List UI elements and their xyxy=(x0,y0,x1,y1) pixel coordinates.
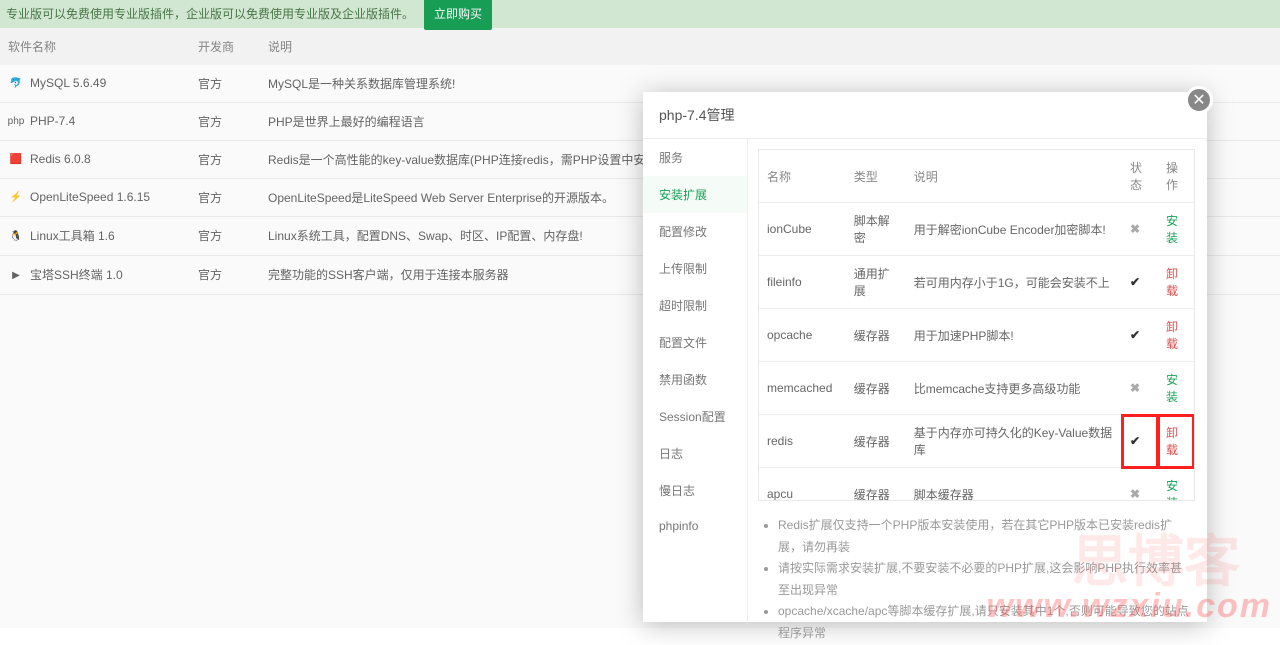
notes: Redis扩展仅支持一个PHP版本安装使用，若在其它PHP版本已安装redis扩… xyxy=(760,515,1189,645)
ext-status: ✖ xyxy=(1122,468,1158,501)
ext-col-name: 名称 xyxy=(759,150,846,203)
tab-Session配置[interactable]: Session配置 xyxy=(643,398,747,435)
ext-name: memcached xyxy=(759,362,846,415)
ext-type: 缓存器 xyxy=(846,309,906,362)
note-item: 请按实际需求安装扩展,不要安装不必要的PHP扩展,这会影响PHP执行效率甚至出现… xyxy=(778,558,1189,601)
ext-type: 通用扩展 xyxy=(846,256,906,309)
ext-desc: 用于解密ionCube Encoder加密脚本! xyxy=(906,203,1122,256)
ext-row: apcu缓存器脚本缓存器 ✖ 安装 xyxy=(759,468,1194,501)
check-icon: ✔ xyxy=(1130,275,1140,289)
extensions-table: 名称 类型 说明 状态 操作 ionCube脚本解密用于解密ionCube En… xyxy=(759,150,1194,500)
ext-action-link[interactable]: 安装 xyxy=(1166,479,1178,500)
tab-配置修改[interactable]: 配置修改 xyxy=(643,213,747,250)
ext-desc: 若可用内存小于1G，可能会安装不上 xyxy=(906,256,1122,309)
close-icon[interactable]: ✕ xyxy=(1185,86,1213,114)
ext-row: ionCube脚本解密用于解密ionCube Encoder加密脚本! ✖ 安装 xyxy=(759,203,1194,256)
ext-type: 缓存器 xyxy=(846,468,906,501)
tab-安装扩展[interactable]: 安装扩展 xyxy=(643,176,747,213)
ext-col-desc: 说明 xyxy=(906,150,1122,203)
ext-desc: 基于内存亦可持久化的Key-Value数据库 xyxy=(906,415,1122,468)
ext-row: fileinfo通用扩展若可用内存小于1G，可能会安装不上 ✔ 卸载 xyxy=(759,256,1194,309)
ext-action-link[interactable]: 卸载 xyxy=(1166,426,1178,457)
ext-type: 缓存器 xyxy=(846,415,906,468)
ext-status: ✔ xyxy=(1122,256,1158,309)
tab-配置文件[interactable]: 配置文件 xyxy=(643,324,747,361)
note-item: Redis扩展仅支持一个PHP版本安装使用，若在其它PHP版本已安装redis扩… xyxy=(778,515,1189,558)
ext-col-type: 类型 xyxy=(846,150,906,203)
php-manage-modal: ✕ php-7.4管理 服务安装扩展配置修改上传限制超时限制配置文件禁用函数Se… xyxy=(643,92,1207,622)
tab-日志[interactable]: 日志 xyxy=(643,435,747,472)
tab-服务[interactable]: 服务 xyxy=(643,139,747,176)
tab-禁用函数[interactable]: 禁用函数 xyxy=(643,361,747,398)
ext-type: 脚本解密 xyxy=(846,203,906,256)
ext-desc: 用于加速PHP脚本! xyxy=(906,309,1122,362)
check-icon: ✔ xyxy=(1130,434,1140,448)
ext-name: redis xyxy=(759,415,846,468)
check-icon: ✔ xyxy=(1130,328,1140,342)
x-icon: ✖ xyxy=(1130,381,1140,395)
ext-name: ionCube xyxy=(759,203,846,256)
ext-name: fileinfo xyxy=(759,256,846,309)
ext-action-link[interactable]: 安装 xyxy=(1166,373,1178,404)
x-icon: ✖ xyxy=(1130,487,1140,500)
ext-status: ✖ xyxy=(1122,362,1158,415)
ext-name: apcu xyxy=(759,468,846,501)
ext-col-status: 状态 xyxy=(1122,150,1158,203)
ext-status: ✖ xyxy=(1122,203,1158,256)
ext-row: redis缓存器基于内存亦可持久化的Key-Value数据库 ✔ 卸载 xyxy=(759,415,1194,468)
ext-desc: 比memcache支持更多高级功能 xyxy=(906,362,1122,415)
note-item: opcache/xcache/apc等脚本缓存扩展,请只安装其中1个,否则可能导… xyxy=(778,601,1189,644)
ext-action-link[interactable]: 安装 xyxy=(1166,214,1178,245)
ext-action-link[interactable]: 卸载 xyxy=(1166,267,1178,298)
tab-上传限制[interactable]: 上传限制 xyxy=(643,250,747,287)
ext-col-action: 操作 xyxy=(1158,150,1194,203)
ext-row: memcached缓存器比memcache支持更多高级功能 ✖ 安装 xyxy=(759,362,1194,415)
ext-action-link[interactable]: 卸载 xyxy=(1166,320,1178,351)
ext-status: ✔ xyxy=(1122,309,1158,362)
modal-title: php-7.4管理 xyxy=(643,92,1207,139)
modal-content: 名称 类型 说明 状态 操作 ionCube脚本解密用于解密ionCube En… xyxy=(748,139,1207,623)
ext-desc: 脚本缓存器 xyxy=(906,468,1122,501)
ext-row: opcache缓存器用于加速PHP脚本! ✔ 卸载 xyxy=(759,309,1194,362)
ext-name: opcache xyxy=(759,309,846,362)
ext-status: ✔ xyxy=(1122,415,1158,468)
tab-phpinfo[interactable]: phpinfo xyxy=(643,509,747,543)
x-icon: ✖ xyxy=(1130,222,1140,236)
tab-超时限制[interactable]: 超时限制 xyxy=(643,287,747,324)
ext-type: 缓存器 xyxy=(846,362,906,415)
tab-慢日志[interactable]: 慢日志 xyxy=(643,472,747,509)
modal-tabs: 服务安装扩展配置修改上传限制超时限制配置文件禁用函数Session配置日志慢日志… xyxy=(643,139,748,623)
